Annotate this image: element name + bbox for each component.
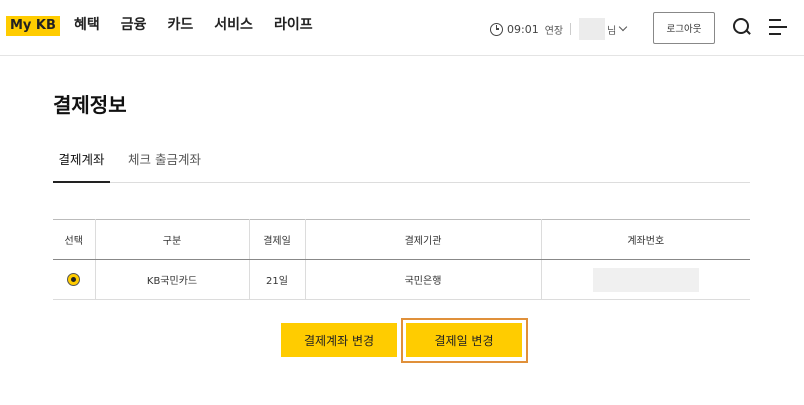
- page-title: 결제정보: [53, 93, 127, 117]
- tab-check-withdrawal-account[interactable]: 체크 출금계좌: [128, 149, 201, 183]
- divider: [570, 23, 572, 35]
- search-icon[interactable]: [733, 18, 751, 36]
- nav-item-card[interactable]: 카드: [168, 14, 194, 36]
- payment-info-table: 선택 구분 결제일 결제기관 계좌번호 KB국민카드 21일 국민은행: [53, 219, 750, 300]
- select-cell: [53, 259, 96, 300]
- change-payment-account-button[interactable]: 결제계좌 변경: [281, 323, 397, 357]
- account-number-masked: [592, 267, 699, 292]
- nav-item-finance[interactable]: 금융: [121, 14, 147, 36]
- nav-item-service[interactable]: 서비스: [214, 14, 253, 36]
- logout-button[interactable]: 로그아웃: [653, 12, 715, 44]
- main-nav: 혜택 금융 카드 서비스 라이프: [74, 14, 334, 36]
- nav-item-life[interactable]: 라이프: [274, 14, 313, 36]
- column-header-pay-day: 결제일: [249, 219, 306, 260]
- type-cell: KB국민카드: [95, 259, 250, 300]
- mykb-logo[interactable]: My KB: [6, 16, 60, 36]
- column-header-account-number: 계좌번호: [541, 219, 750, 260]
- table-row: KB국민카드 21일 국민은행: [53, 259, 750, 300]
- column-header-type: 구분: [95, 219, 250, 260]
- account-number-cell: [541, 259, 750, 300]
- top-header: My KB 혜택 금융 카드 서비스 라이프 09:01 연장 님 로그아웃: [0, 0, 804, 56]
- menu-icon[interactable]: [769, 19, 787, 35]
- row-select-radio[interactable]: [67, 273, 81, 286]
- table-header-row: 선택 구분 결제일 결제기관 계좌번호: [53, 219, 750, 260]
- pay-day-cell: 21일: [249, 259, 306, 300]
- session-timer: 09:01: [507, 22, 539, 36]
- column-header-institution: 결제기관: [305, 219, 542, 260]
- institution-cell: 국민은행: [305, 259, 542, 300]
- nav-item-benefits[interactable]: 혜택: [74, 14, 100, 36]
- chevron-down-icon[interactable]: [619, 22, 628, 32]
- change-payment-date-button[interactable]: 결제일 변경: [406, 323, 522, 357]
- user-suffix: 님: [607, 25, 617, 37]
- user-name-masked: [579, 18, 606, 40]
- tab-bar: 결제계좌 체크 출금계좌: [53, 140, 750, 183]
- session-info: 09:01 연장 님: [490, 18, 628, 40]
- extend-session-link[interactable]: 연장: [545, 22, 563, 37]
- clock-icon: [490, 22, 503, 36]
- column-header-select: 선택: [53, 219, 96, 260]
- tab-payment-account[interactable]: 결제계좌: [53, 149, 110, 183]
